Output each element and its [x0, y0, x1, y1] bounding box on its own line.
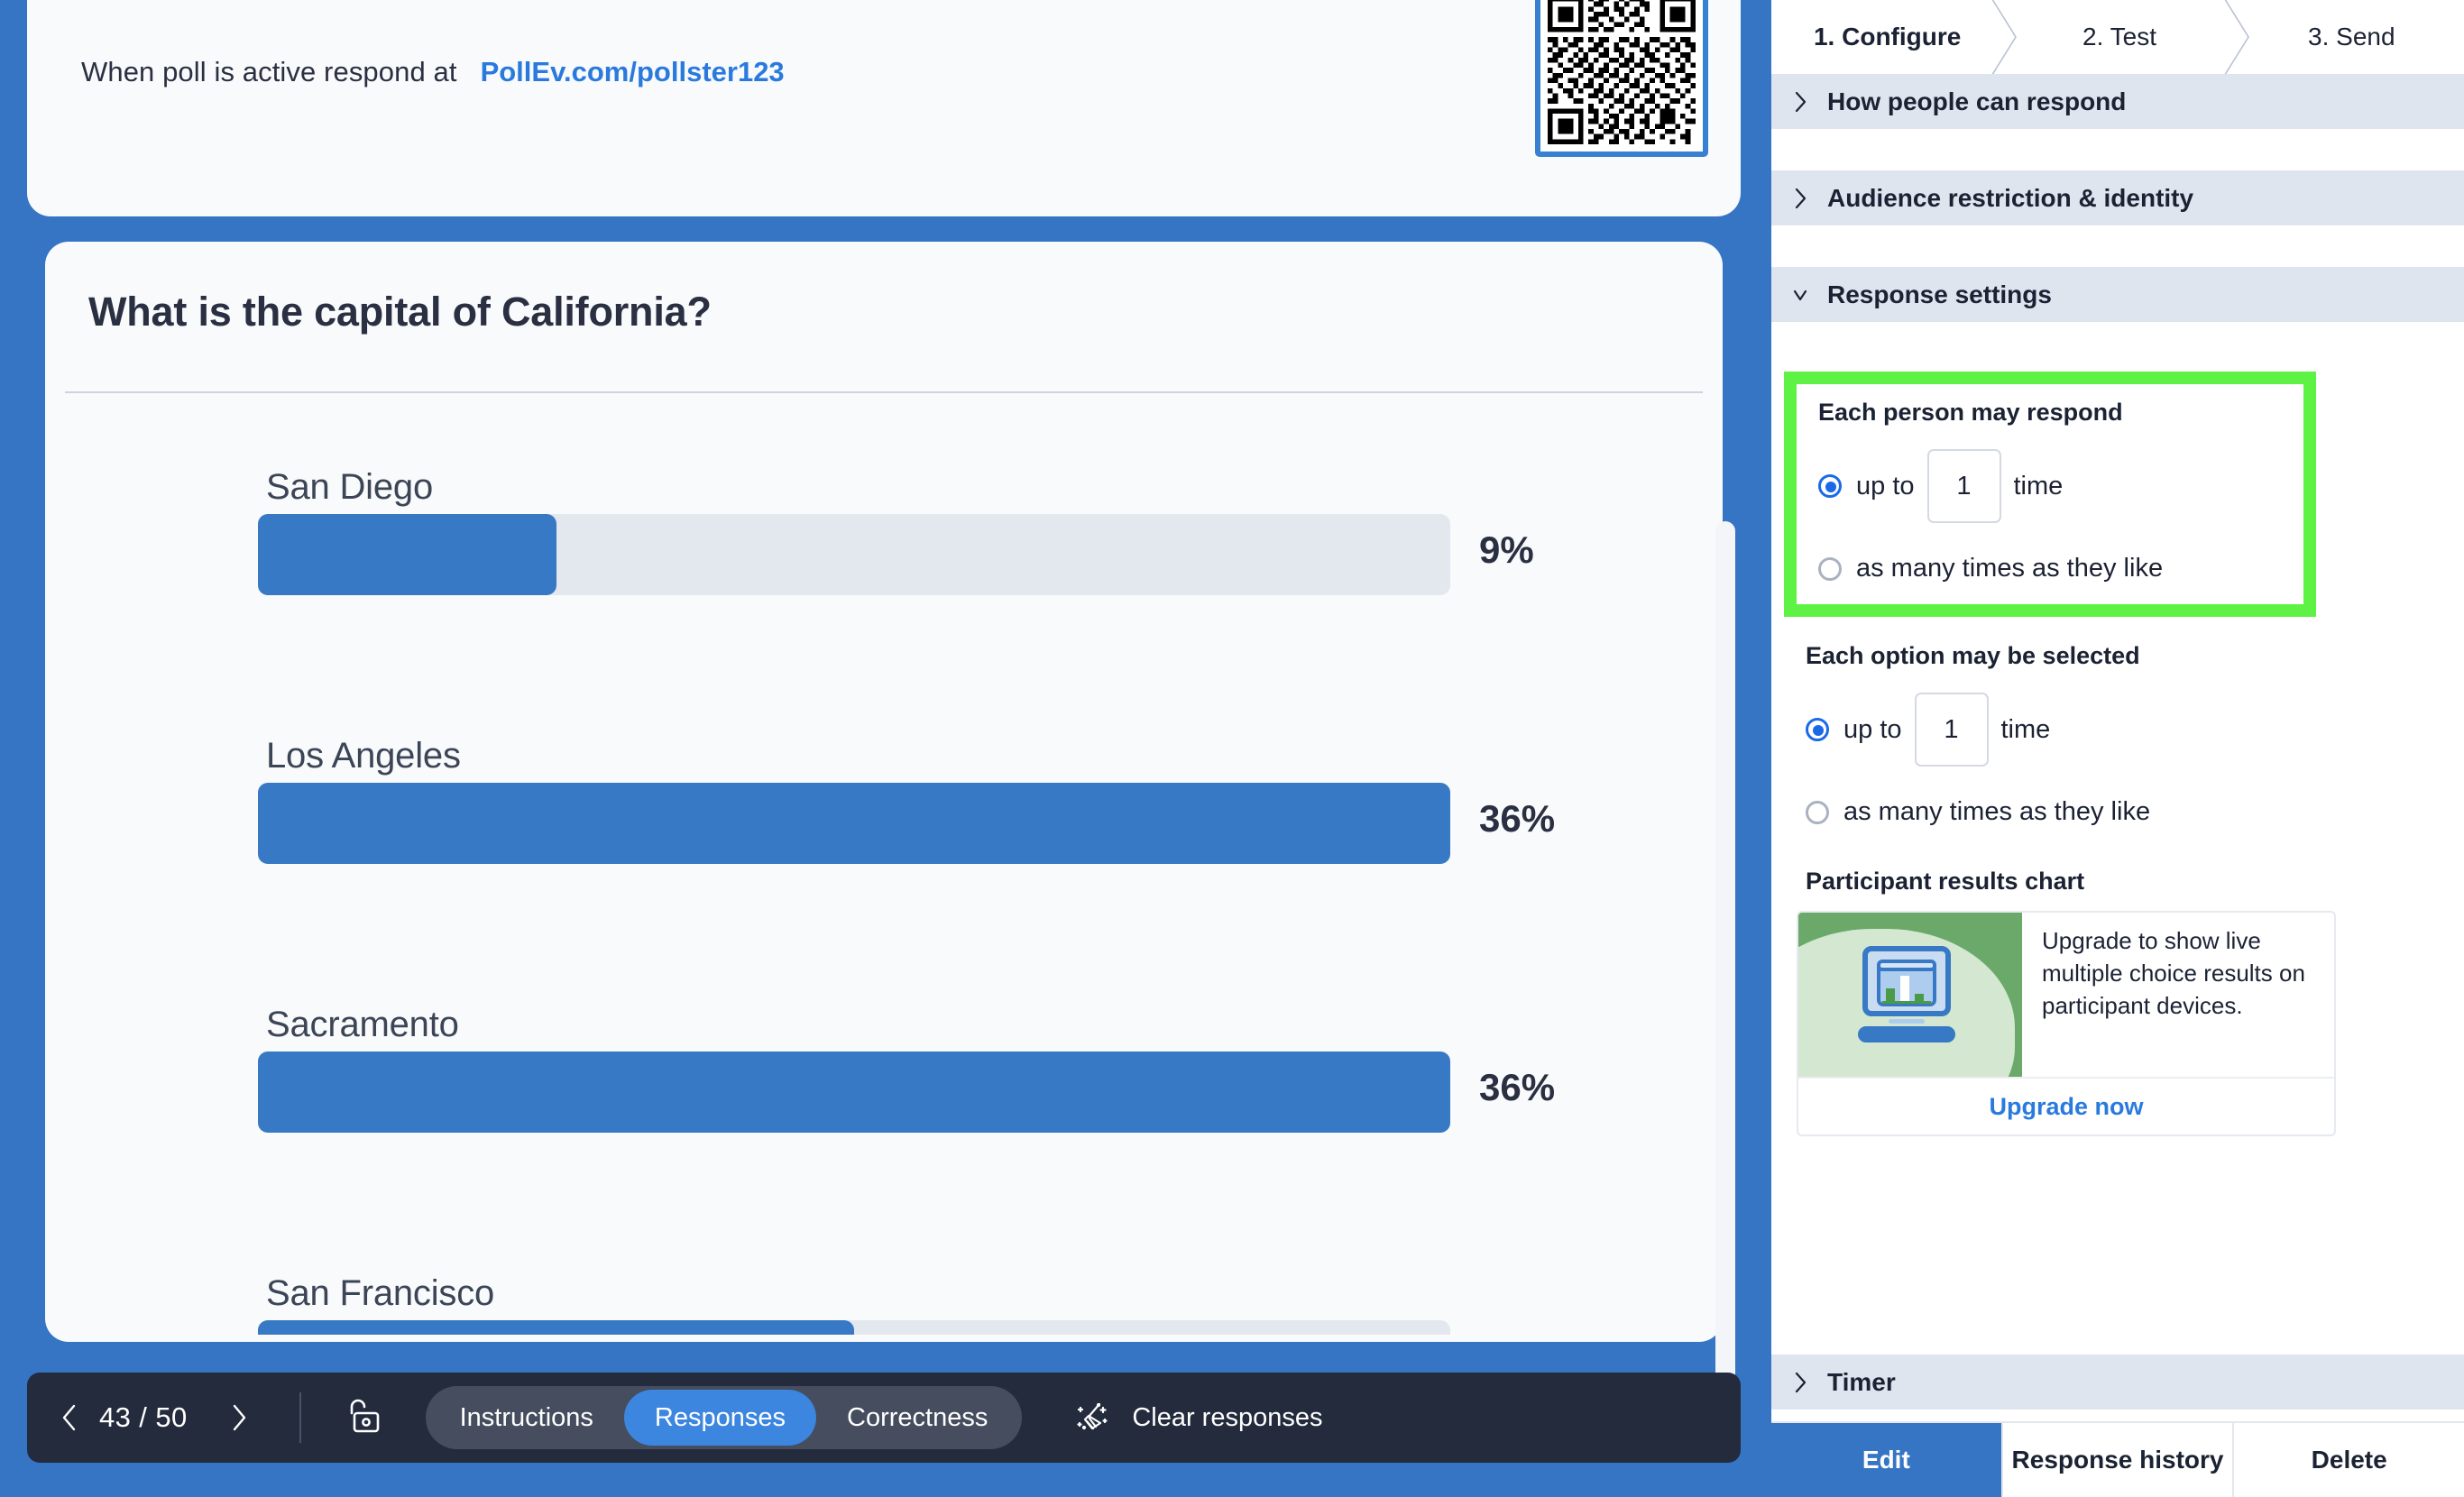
- laptop-bar-chart-icon: [1798, 913, 2022, 1077]
- results-chart: San Diego 9% Los Angeles 36% Sacramento 36% Sa…: [45, 397, 1723, 1335]
- previous-poll-button[interactable]: [49, 1397, 90, 1438]
- lock-poll-button[interactable]: [343, 1395, 381, 1440]
- each-option-unit-label: time: [2000, 714, 2051, 744]
- bar-category-label: Sacramento: [266, 1005, 459, 1044]
- each-option-unlimited-radio[interactable]: [1806, 800, 1829, 824]
- section-response-settings[interactable]: Response settings: [1771, 267, 2464, 325]
- poll-counter: 43 / 50: [99, 1401, 188, 1433]
- bar-fill: [258, 514, 556, 595]
- bar-percentage-label: 9%: [1479, 528, 1534, 571]
- each-option-title: Each option may be selected: [1806, 642, 2140, 669]
- bar-category-label: Los Angeles: [266, 736, 461, 776]
- bar-category-label: San Diego: [266, 467, 433, 507]
- section-label: Audience restriction & identity: [1827, 183, 2194, 212]
- chevron-right-icon: [1791, 1370, 1815, 1395]
- promo-text: Upgrade to show live multiple choice res…: [2042, 927, 2305, 1019]
- bar-fill: [258, 1320, 854, 1335]
- bar-track: [258, 783, 1450, 864]
- chevron-right-icon: [1791, 186, 1815, 211]
- footer-delete-button[interactable]: Delete: [2234, 1423, 2464, 1497]
- section-label: Timer: [1827, 1367, 1896, 1396]
- step-tab-3[interactable]: 3. Send: [2236, 0, 2464, 74]
- upgrade-now-button[interactable]: Upgrade now: [1798, 1077, 2334, 1134]
- clear-responses-label: Clear responses: [1132, 1402, 1323, 1432]
- section-audience-restriction-identity[interactable]: Audience restriction & identity: [1771, 170, 2464, 228]
- bar-track: [258, 514, 1450, 595]
- bar-track: [258, 1320, 1450, 1335]
- each-person-up-to-label: up to: [1856, 471, 1915, 501]
- next-poll-button[interactable]: [218, 1397, 260, 1438]
- each-person-unlimited-radio[interactable]: [1818, 556, 1842, 581]
- poll-divider: [65, 391, 1703, 393]
- toolbar-divider: [299, 1392, 301, 1443]
- settings-panel: 1. Configure 2. Test 3. Send How people ca…: [1768, 0, 2464, 1497]
- respond-instruction: When poll is active respond at PollEv.co…: [81, 36, 1687, 108]
- bar-percentage-label: 36%: [1479, 797, 1556, 840]
- bar-category-label: San Francisco: [266, 1273, 495, 1313]
- view-tab-correctness[interactable]: Correctness: [816, 1390, 1018, 1446]
- respond-prefix-text: When poll is active respond at: [81, 56, 457, 87]
- section-label: Response settings: [1827, 280, 2052, 308]
- chevron-left-icon: [62, 1404, 76, 1431]
- section-timer[interactable]: Timer: [1771, 1355, 2464, 1412]
- each-option-up-to-label: up to: [1843, 714, 1902, 744]
- presentation-pane: When poll is active respond at PollEv.co…: [0, 0, 1768, 1497]
- each-option-times-input[interactable]: [1914, 693, 1989, 767]
- each-person-title: Each person may respond: [1818, 399, 2123, 426]
- response-settings-body: Each person may respond up to time as ma…: [1771, 352, 2464, 1355]
- each-person-times-input[interactable]: [1926, 449, 2001, 523]
- participant-results-chart-title: Participant results chart: [1806, 868, 2085, 895]
- panel-footer-actions: Edit Response history Delete: [1771, 1421, 2464, 1497]
- respond-url-link[interactable]: PollEv.com/pollster123: [481, 56, 785, 88]
- app-root: When poll is active respond at PollEv.co…: [0, 0, 2464, 1497]
- poll-question-title: What is the capital of California?: [88, 289, 712, 335]
- each-person-may-respond-group: Each person may respond up to time as ma…: [1784, 372, 2316, 617]
- bar-fill: [258, 1052, 1450, 1133]
- bar-percentage-label: 36%: [1479, 1066, 1556, 1108]
- chevron-down-icon: [1791, 282, 1815, 308]
- view-tab-instructions[interactable]: Instructions: [429, 1390, 624, 1446]
- step-tab-2[interactable]: 2. Test: [2003, 0, 2235, 74]
- poll-card: What is the capital of California? San D…: [45, 242, 1735, 1423]
- footer-edit-button[interactable]: Edit: [1771, 1423, 2003, 1497]
- each-option-unlimited-label: as many times as they like: [1843, 797, 2151, 826]
- step-tab-1[interactable]: 1. Configure: [1771, 0, 2003, 74]
- step-wizard-tabs: 1. Configure 2. Test 3. Send: [1771, 0, 2464, 74]
- chevron-right-icon: [233, 1404, 245, 1431]
- each-person-up-to-radio[interactable]: [1818, 474, 1842, 498]
- each-person-unlimited-label: as many times as they like: [1856, 554, 2164, 583]
- section-label: How people can respond: [1827, 87, 2127, 115]
- chart-scrollbar-track[interactable]: [1715, 521, 1735, 1423]
- broom-sparkle-icon: [1077, 1402, 1108, 1430]
- bar-track: [258, 1052, 1450, 1133]
- clear-responses-button[interactable]: Clear responses: [1072, 1397, 1322, 1438]
- respond-card: When poll is active respond at PollEv.co…: [27, 0, 1741, 216]
- footer-response-history-button[interactable]: Response history: [2003, 1423, 2235, 1497]
- upgrade-promo-card: Upgrade to show live multiple choice res…: [1797, 911, 2336, 1136]
- qr-code-icon: [1535, 0, 1708, 157]
- presentation-toolbar: 43 / 50 Instructions Responses Correctness: [27, 1373, 1741, 1463]
- section-how-people-can-respond[interactable]: How people can respond: [1771, 74, 2464, 132]
- view-tab-responses[interactable]: Responses: [623, 1390, 816, 1446]
- bar-fill: [258, 783, 1450, 864]
- promo-top-row: Upgrade to show live multiple choice res…: [1798, 913, 2334, 1077]
- each-option-up-to-radio[interactable]: [1806, 718, 1829, 741]
- view-tabs: Instructions Responses Correctness: [425, 1386, 1023, 1449]
- each-person-unit-label: time: [2013, 471, 2064, 501]
- unlocked-padlock-icon: [350, 1399, 379, 1433]
- chevron-right-icon: [1791, 89, 1815, 115]
